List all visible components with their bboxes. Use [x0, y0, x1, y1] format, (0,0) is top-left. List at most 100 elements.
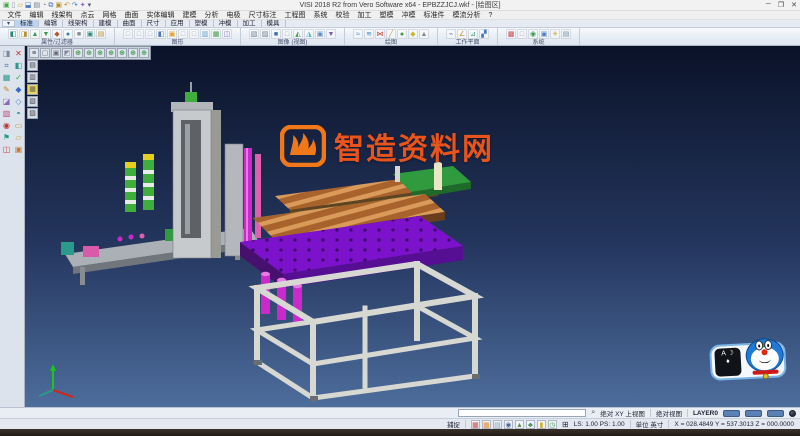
- snap-toggle-icon[interactable]: ▮: [537, 420, 546, 429]
- tab-standard[interactable]: 标准: [15, 20, 39, 27]
- toolbar-icon[interactable]: ✳: [550, 29, 560, 39]
- menu-mould[interactable]: 塑模: [376, 11, 397, 20]
- sidebar-tool-icon[interactable]: ▦: [1, 72, 12, 84]
- strip-layers-icon[interactable]: ▤: [27, 60, 38, 71]
- toolbar-dropdown-icon[interactable]: ▾: [2, 20, 15, 27]
- tab-surface[interactable]: 曲面: [118, 20, 142, 27]
- sidebar-tool-icon[interactable]: ◆: [13, 84, 24, 96]
- app-icon[interactable]: ▣: [3, 1, 10, 10]
- menu-wireframe[interactable]: 线架构: [48, 11, 76, 20]
- right-view-icon[interactable]: ⊕: [128, 48, 138, 58]
- menu-system[interactable]: 系统: [310, 11, 331, 20]
- toolbar-icon[interactable]: ≈: [353, 29, 363, 39]
- sidebar-tool-icon[interactable]: ⚑: [1, 132, 12, 144]
- toolbar-icon[interactable]: ▩: [506, 29, 516, 39]
- sidebar-tool-icon[interactable]: ✓: [13, 72, 24, 84]
- toolbar-icon[interactable]: ▥: [200, 29, 210, 39]
- sidebar-tool-icon[interactable]: ◇: [13, 96, 24, 108]
- toolbar-icon[interactable]: □: [123, 29, 133, 39]
- toolbar-icon[interactable]: ≋: [364, 29, 374, 39]
- toolbar-icon[interactable]: □: [145, 29, 155, 39]
- snap-toggle-icon[interactable]: ▤: [493, 420, 502, 429]
- toolbar-icon[interactable]: ◧: [156, 29, 166, 39]
- copy-icon[interactable]: ⧉: [48, 1, 53, 10]
- workplane-indicator[interactable]: 绝对 XY 上视图: [600, 408, 645, 418]
- strip-info-icon[interactable]: ▨: [27, 108, 38, 119]
- command-input[interactable]: [458, 409, 586, 417]
- menu-solid-edit[interactable]: 实体编辑: [143, 11, 178, 20]
- menu-mold-flow[interactable]: 模流分析: [449, 11, 484, 20]
- tab-machining[interactable]: 加工: [238, 20, 262, 27]
- back-view-icon[interactable]: ⊕: [106, 48, 116, 58]
- sidebar-tool-icon[interactable]: ◧: [13, 60, 24, 72]
- toolbar-icon[interactable]: ▦: [211, 29, 221, 39]
- paste-icon[interactable]: ▣: [55, 1, 62, 10]
- toolbar-icon[interactable]: ◧: [8, 29, 18, 39]
- tab-dimension[interactable]: 尺寸: [142, 20, 166, 27]
- toolbar-icon[interactable]: ⋈: [375, 29, 385, 39]
- wireframe-view-icon[interactable]: ▣: [51, 48, 61, 58]
- menu-file[interactable]: 文件: [4, 11, 25, 20]
- toolbar-icon[interactable]: ▼: [326, 29, 336, 39]
- toolbar-icon[interactable]: □: [282, 29, 292, 39]
- status-pill[interactable]: [723, 410, 740, 417]
- qat-dropdown-icon[interactable]: ▾: [88, 1, 92, 10]
- grid-icon[interactable]: ⊞: [562, 420, 569, 429]
- toolbar-icon[interactable]: ▞: [479, 29, 489, 39]
- sidebar-tool-icon[interactable]: ◓: [13, 108, 24, 120]
- toolbar-icon[interactable]: ▤: [561, 29, 571, 39]
- sidebar-tool-icon[interactable]: ▨: [1, 108, 12, 120]
- tab-modeling[interactable]: 建模: [94, 20, 118, 27]
- magnifier-icon[interactable]: ⌕: [591, 409, 595, 417]
- layer-indicator[interactable]: LAYER0: [693, 410, 718, 417]
- status-pill[interactable]: [767, 410, 784, 417]
- menu-analysis[interactable]: 分析: [201, 11, 222, 20]
- color-indicator-icon[interactable]: [789, 410, 796, 417]
- tab-mould[interactable]: 塑模: [190, 20, 214, 27]
- sidebar-tool-icon[interactable]: ⌗: [1, 60, 12, 72]
- toolbar-icon[interactable]: ◫: [222, 29, 232, 39]
- tab-edit[interactable]: 编辑: [39, 20, 63, 27]
- menu-help[interactable]: ?: [485, 11, 496, 20]
- toolbar-icon[interactable]: ▣: [167, 29, 177, 39]
- menu-drafting[interactable]: 工程图: [281, 11, 309, 20]
- toolbar-icon[interactable]: ◆: [408, 29, 418, 39]
- view-menu-icon[interactable]: ≡: [29, 48, 39, 58]
- units-indicator[interactable]: 单位 英寸: [636, 419, 664, 429]
- toolbar-icon[interactable]: □: [178, 29, 188, 39]
- toolbar-icon[interactable]: ▲: [30, 29, 40, 39]
- toolbar-icon[interactable]: □: [134, 29, 144, 39]
- toolbar-icon[interactable]: ■: [271, 29, 281, 39]
- save-icon[interactable]: ⬓: [25, 1, 32, 10]
- redo-icon[interactable]: ↷: [72, 1, 78, 10]
- menu-standard-parts[interactable]: 标准件: [420, 11, 448, 20]
- snap-toggle-icon[interactable]: ♣: [526, 420, 535, 429]
- maximize-button[interactable]: ❐: [778, 1, 784, 9]
- iso-view-icon[interactable]: ⊕: [73, 48, 83, 58]
- status-pill[interactable]: [745, 410, 762, 417]
- toolbar-icon[interactable]: ◨: [19, 29, 29, 39]
- shaded-view-icon[interactable]: ▢: [40, 48, 50, 58]
- strip-bodies-icon[interactable]: ▧: [27, 96, 38, 107]
- sidebar-tool-icon[interactable]: ▣: [13, 144, 24, 156]
- tab-application[interactable]: 应用: [166, 20, 190, 27]
- menu-surface[interactable]: 曲面: [121, 11, 142, 20]
- toolbar-icon[interactable]: ▧: [249, 29, 259, 39]
- strip-active-icon[interactable]: ▦: [27, 84, 38, 95]
- view-indicator[interactable]: 绝对视图: [656, 408, 682, 418]
- left-view-icon[interactable]: ⊕: [117, 48, 127, 58]
- toolbar-icon[interactable]: ●: [63, 29, 73, 39]
- tab-wireframe[interactable]: 线架构: [63, 20, 94, 27]
- toolbar-icon[interactable]: ▲: [419, 29, 429, 39]
- sidebar-tool-icon[interactable]: ▱: [13, 132, 24, 144]
- sidebar-tool-icon[interactable]: ◫: [1, 144, 12, 156]
- menu-mesh[interactable]: 网格: [99, 11, 120, 20]
- toolbar-icon[interactable]: ╱: [386, 29, 396, 39]
- sidebar-tool-icon[interactable]: ◪: [1, 96, 12, 108]
- viewport-3d[interactable]: ≡▢▣◩⊕⊕⊕⊕⊕⊕⊕ ▤▥▦▧▨: [25, 46, 800, 407]
- tab-tooling[interactable]: 模具: [262, 20, 286, 27]
- snap-toggle-icon[interactable]: ◷: [548, 420, 557, 429]
- menu-validate[interactable]: 校验: [332, 11, 353, 20]
- toolbar-icon[interactable]: ⌁: [446, 29, 456, 39]
- toolbar-icon[interactable]: □: [189, 29, 199, 39]
